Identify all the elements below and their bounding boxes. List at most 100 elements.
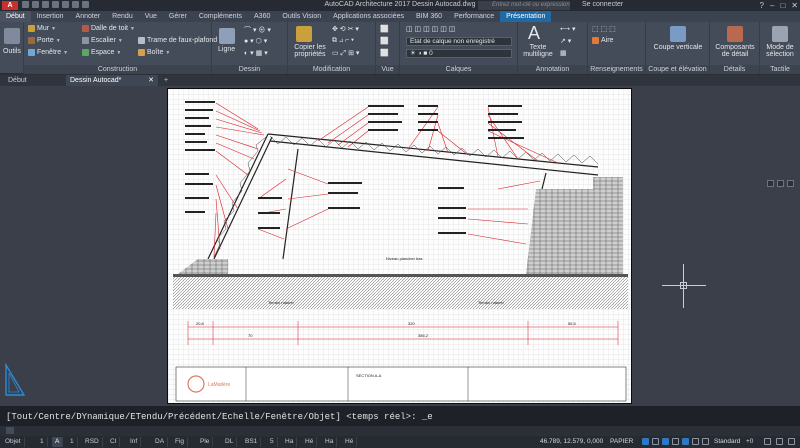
detail-components-button[interactable]: Composants de détail <box>712 44 758 58</box>
tools-icon[interactable] <box>4 28 20 44</box>
command-options-icon[interactable] <box>6 427 14 434</box>
osnap-toggle-icon[interactable] <box>682 438 689 445</box>
current-layer-select[interactable]: ☀ ◑ ■ 0 <box>406 49 512 58</box>
copy-icon[interactable]: ⧉ ⊿ ⌐ ▾ <box>332 37 354 45</box>
coordinates-display[interactable]: 46.789, 12.579, 0,000 <box>540 437 603 447</box>
command-input[interactable] <box>0 426 800 436</box>
ribbon-tab[interactable]: Outils Vision <box>276 11 327 22</box>
transparency-toggle-icon[interactable] <box>702 438 709 445</box>
workspace-icon[interactable] <box>764 438 771 445</box>
status-tab[interactable]: Ha <box>322 437 338 447</box>
section-icon[interactable] <box>670 26 686 42</box>
status-tab[interactable]: 1 <box>37 437 48 447</box>
menu-icon[interactable] <box>788 438 795 445</box>
box-button[interactable]: Boîte ▼ <box>138 49 170 56</box>
layer-state-select[interactable]: État de calque non enregistré <box>406 37 512 46</box>
panel-title-calques[interactable]: Calques <box>400 65 517 74</box>
panel-title-dessin[interactable]: Dessin <box>212 65 287 74</box>
pan-icon[interactable]: ⬜ <box>380 37 389 45</box>
maximize-icon[interactable]: □ <box>780 1 785 10</box>
help-icon[interactable]: ? <box>760 1 764 10</box>
window-button[interactable]: Fenêtre ▼ <box>28 49 68 56</box>
zoom-icon[interactable]: ⬜ <box>380 25 389 33</box>
move-icon[interactable]: ✥ ⟲ ✂ ▾ <box>332 25 359 33</box>
grid-toggle-icon[interactable] <box>642 438 649 445</box>
doc-tab-drawing[interactable]: Dessin Autocad* ✕ <box>66 75 158 86</box>
ribbon-tab[interactable]: Rendu <box>106 11 139 22</box>
panel-title-construction[interactable]: Construction <box>24 65 211 74</box>
panel-title-coupe[interactable]: Coupe et élévation <box>646 65 709 74</box>
panel-title-annotation[interactable]: Annotation <box>518 65 587 74</box>
new-tab-button[interactable]: + <box>160 75 174 86</box>
status-tab[interactable]: Objet <box>2 437 25 447</box>
roof-slab-button[interactable]: Dalle de toit ▼ <box>82 25 135 32</box>
line-icon[interactable] <box>219 28 235 44</box>
door-button[interactable]: Porte ▼ <box>28 37 61 44</box>
ribbon-tab[interactable]: Gérer <box>163 11 193 22</box>
detail-components-icon[interactable] <box>727 26 743 42</box>
ribbon-tab[interactable]: Présentation <box>500 11 552 22</box>
circle-icon[interactable]: ● ▾ ⬡ ▾ <box>244 37 267 45</box>
status-tab[interactable]: Fig <box>172 437 189 447</box>
ribbon-tab[interactable]: Compléments <box>193 11 248 22</box>
stretch-icon[interactable]: ▭ ⤢ ⊞ ▾ <box>332 49 359 58</box>
vertical-section-button[interactable]: Coupe verticale <box>652 44 704 51</box>
close-icon[interactable]: ✕ <box>791 1 798 10</box>
status-tab[interactable]: Ha <box>282 437 298 447</box>
snap-toggle-icon[interactable] <box>652 438 659 445</box>
inquiry-icon[interactable]: ⬚ ⬚ ⬚ <box>592 25 616 33</box>
text-icon[interactable]: A <box>528 23 540 44</box>
paper-space-toggle[interactable]: PAPIER <box>610 437 633 447</box>
panel-title-renseignements[interactable]: Renseignements <box>588 65 645 74</box>
panel-title-modification[interactable]: Modification <box>288 65 375 74</box>
ceiling-grid-button[interactable]: Trame de faux-plafond <box>138 37 217 44</box>
line-button[interactable]: Ligne <box>218 46 235 53</box>
doc-tab-start[interactable]: Début <box>4 75 66 86</box>
outils-label[interactable]: Outils <box>3 48 21 55</box>
status-tab[interactable]: 5 <box>267 437 278 447</box>
ribbon-tab[interactable]: Insertion <box>31 11 70 22</box>
status-tab[interactable]: Ple <box>197 437 214 447</box>
status-tab[interactable]: DA <box>152 437 169 447</box>
minimize-viewport-icon[interactable] <box>767 180 774 187</box>
ribbon-tab[interactable]: Applications associées <box>327 11 410 22</box>
status-tab[interactable]: RSD <box>82 437 103 447</box>
ribbon-tab[interactable]: BIM 360 <box>410 11 448 22</box>
select-mode-button[interactable]: Mode de sélection <box>761 44 799 58</box>
lineweight-toggle-icon[interactable] <box>692 438 699 445</box>
ribbon-tab[interactable]: A360 <box>248 11 276 22</box>
ribbon-tab[interactable]: Vue <box>139 11 163 22</box>
view-icon[interactable]: ⬜ <box>380 49 389 57</box>
scale-display[interactable]: +0 <box>746 437 753 447</box>
ribbon-tab[interactable]: Annoter <box>70 11 107 22</box>
stair-button[interactable]: Escalier ▼ <box>82 37 123 44</box>
status-tab[interactable]: BS1 <box>242 437 262 447</box>
customize-icon[interactable] <box>776 438 783 445</box>
copy-properties-icon[interactable] <box>296 26 312 42</box>
space-button[interactable]: Espace ▼ <box>82 49 121 56</box>
restore-viewport-icon[interactable] <box>777 180 784 187</box>
standard-select[interactable]: Standard <box>714 437 740 447</box>
status-tab[interactable]: A <box>52 437 64 447</box>
copy-properties-button[interactable]: Copier les propriétés <box>290 44 330 58</box>
area-button[interactable]: Aire <box>592 37 613 44</box>
status-tab[interactable]: 1 <box>67 437 78 447</box>
ortho-toggle-icon[interactable] <box>662 438 669 445</box>
drawing-canvas[interactable]: Niveau plancher bas Terrain naturel Terr… <box>0 86 800 406</box>
ribbon-tab[interactable]: Performance <box>448 11 500 22</box>
ribbon-tab[interactable]: Début <box>0 11 31 22</box>
status-tab[interactable]: Cl <box>107 437 121 447</box>
status-tab[interactable]: DL <box>222 437 238 447</box>
wall-button[interactable]: Mur ▼ <box>28 25 56 32</box>
search-input[interactable]: Entrez mot-clé ou expression <box>478 1 570 10</box>
status-tab[interactable]: Hé <box>342 437 358 447</box>
layer-tools-icon[interactable]: ◫ ◫ ◫ ◫ ◫ ◫ <box>406 25 455 33</box>
panel-title-details[interactable]: Détails <box>710 65 759 74</box>
dimension-icon[interactable]: ⟷ ▾ <box>560 25 576 33</box>
status-tab[interactable]: Inf <box>127 437 142 447</box>
polyline-icon[interactable]: ⌒ ▾ ⊕ ▾ <box>244 25 271 35</box>
table-icon[interactable]: ▦ <box>560 49 567 57</box>
polar-toggle-icon[interactable] <box>672 438 679 445</box>
arc-icon[interactable]: ◐ ▾ ▦ ▾ <box>244 49 268 57</box>
status-tab[interactable]: Hé <box>302 437 318 447</box>
